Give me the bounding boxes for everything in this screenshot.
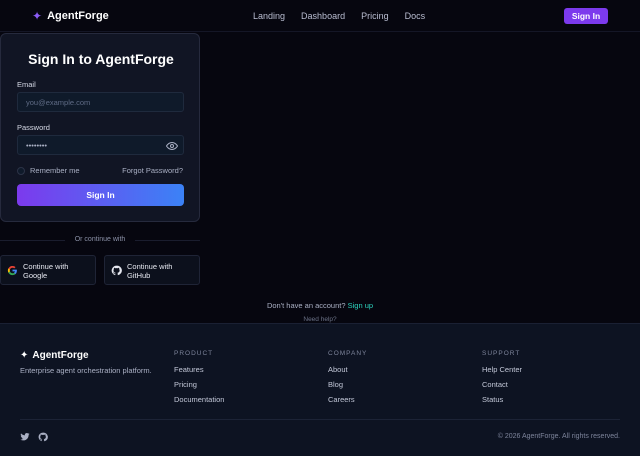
footer-social-links [20,432,48,442]
footer-divider [20,419,620,420]
signin-submit-button[interactable]: Sign In [17,184,184,206]
remember-me[interactable]: Remember me [17,166,80,175]
footer-tagline: Enterprise agent orchestration platform. [20,366,152,375]
footer-heading: SUPPORT [482,350,521,357]
footer-brand[interactable]: ✦ AgentForge [20,350,89,361]
top-nav: ✦ AgentForge Landing Dashboard Pricing D… [0,0,640,32]
footer-link-blog[interactable]: Blog [328,381,367,389]
signup-prompt: Don't have an account? Sign up [0,301,640,310]
signin-title: Sign In to AgentForge [28,51,174,67]
footer-link-about[interactable]: About [328,366,367,374]
signup-prompt-text: Don't have an account? [266,301,346,310]
twitter-icon[interactable] [20,432,30,442]
google-signin-button[interactable]: Continue with Google [0,255,96,285]
github-icon [111,265,122,276]
footer-link-contact[interactable]: Contact [482,381,522,389]
site-footer: ✦ AgentForge Enterprise agent orchestrat… [0,323,640,456]
footer-link-help-center[interactable]: Help Center [482,366,522,374]
github-signin-button[interactable]: Continue with GitHub [104,255,200,285]
footer-link-careers[interactable]: Careers [328,396,367,404]
google-icon [7,265,17,276]
footer-heading: PRODUCT [174,350,214,357]
remember-checkbox[interactable] [17,166,25,175]
footer-link-pricing[interactable]: Pricing [174,381,224,389]
sparkle-icon: ✦ [20,350,29,361]
need-help-link[interactable]: Need help? [0,316,640,323]
email-label: Email [17,80,36,89]
footer-column-company: COMPANY About Blog Careers [328,350,367,411]
nav-link-docs[interactable]: Docs [405,11,426,22]
brand-logo[interactable]: ✦ AgentForge [32,9,109,23]
email-field[interactable]: you@example.com [17,92,184,112]
footer-brand-name: AgentForge [32,350,89,361]
sparkle-icon: ✦ [32,9,43,23]
signup-link[interactable]: Sign up [348,301,373,310]
github-icon[interactable] [38,432,48,442]
footer-link-documentation[interactable]: Documentation [174,396,224,404]
forgot-password-link[interactable]: Forgot Password? [122,166,183,175]
github-signin-label: Continue with GitHub [127,262,173,280]
copyright: © 2026 AgentForge. All rights reserved. [497,433,620,440]
footer-link-features[interactable]: Features [174,366,224,374]
password-value: •••••••• [26,141,48,150]
password-field[interactable]: •••••••• [17,135,184,155]
page: ✦ AgentForge Landing Dashboard Pricing D… [0,0,640,456]
footer-link-status[interactable]: Status [482,396,522,404]
nav-link-dashboard[interactable]: Dashboard [301,11,345,22]
continue-divider: Or continue with [0,235,200,245]
nav-links: Landing Dashboard Pricing Docs [253,11,425,22]
footer-column-support: SUPPORT Help Center Contact Status [482,350,522,411]
remember-label: Remember me [30,166,80,175]
password-label: Password [17,123,50,132]
nav-link-landing[interactable]: Landing [253,11,285,22]
eye-icon[interactable] [166,140,178,152]
nav-signin-button[interactable]: Sign In [564,8,608,24]
google-signin-label: Continue with Google [23,262,69,280]
footer-column-product: PRODUCT Features Pricing Documentation [174,350,224,411]
email-placeholder: you@example.com [26,98,91,107]
brand-name: AgentForge [47,10,109,22]
signin-card: Sign In to AgentForge Email you@example.… [0,33,200,222]
divider-line-right [135,240,200,241]
footer-heading: COMPANY [328,350,368,357]
nav-link-pricing[interactable]: Pricing [361,11,389,22]
